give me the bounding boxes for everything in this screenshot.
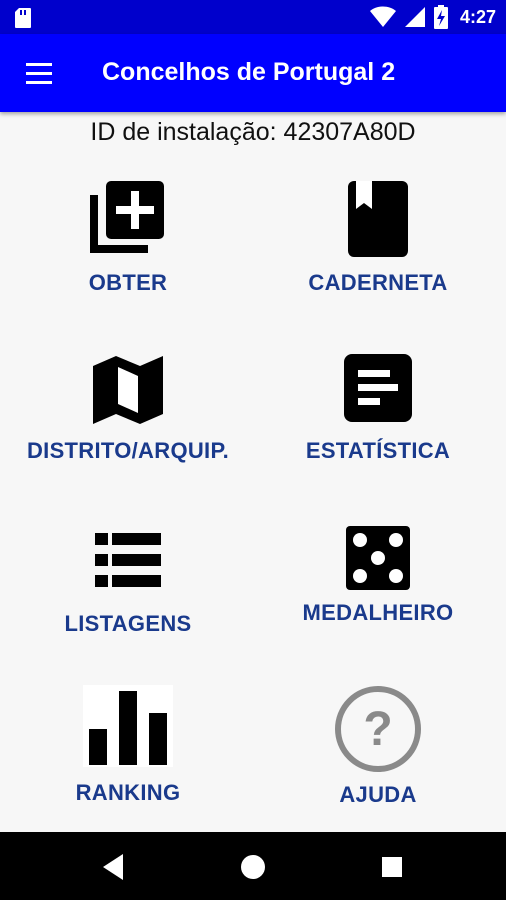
wifi-icon <box>369 6 396 27</box>
app-bar: Concelhos de Portugal 2 <box>0 34 506 112</box>
nav-bar <box>0 832 506 900</box>
menu-icon-bar <box>26 81 52 84</box>
tile-ajuda[interactable]: ? AJUDA <box>253 685 503 835</box>
tile-estatistica[interactable]: ESTATÍSTICA <box>253 350 503 500</box>
tile-label: CADERNETA <box>308 270 448 295</box>
list-icon <box>95 533 161 587</box>
book-icon <box>348 181 408 257</box>
battery-charging-icon <box>433 5 448 29</box>
clock: 4:27 <box>459 6 496 27</box>
library-add-icon <box>90 181 164 253</box>
tile-caderneta[interactable]: CADERNETA <box>253 175 503 325</box>
sd-card-icon <box>15 8 31 28</box>
svg-text:?: ? <box>363 703 392 756</box>
back-icon[interactable] <box>97 850 131 884</box>
tile-label: OBTER <box>88 270 168 295</box>
menu-icon <box>26 63 52 66</box>
tile-label: DISTRITO/ARQUIP. <box>26 438 229 463</box>
tile-label: ESTATÍSTICA <box>305 438 451 463</box>
help-icon: ? <box>335 686 421 772</box>
signal-icon <box>404 7 425 27</box>
tile-label: RANKING <box>75 780 181 805</box>
tile-obter[interactable]: OBTER <box>3 175 253 325</box>
tile-medalheiro[interactable]: MEDALHEIRO <box>253 525 503 675</box>
tile-distrito[interactable]: DISTRITO/ARQUIP. <box>3 350 253 500</box>
tile-ranking[interactable]: RANKING <box>3 685 253 835</box>
home-icon[interactable] <box>236 850 270 884</box>
status-bar: 4:27 <box>0 0 506 34</box>
menu-icon-bar <box>26 72 52 75</box>
map-icon <box>93 356 163 424</box>
ranking-icon <box>83 685 173 767</box>
install-id: ID de instalação: 42307A80D <box>90 118 416 146</box>
stats-icon <box>344 354 412 422</box>
tile-listagens[interactable]: LISTAGENS <box>3 525 253 675</box>
app-title: Concelhos de Portugal 2 <box>102 58 396 86</box>
menu-button[interactable] <box>22 56 58 92</box>
recents-icon[interactable] <box>375 850 409 884</box>
dice-icon <box>346 526 410 590</box>
tile-label: MEDALHEIRO <box>302 600 454 625</box>
tile-label: AJUDA <box>339 782 417 807</box>
tile-label: LISTAGENS <box>64 611 192 636</box>
